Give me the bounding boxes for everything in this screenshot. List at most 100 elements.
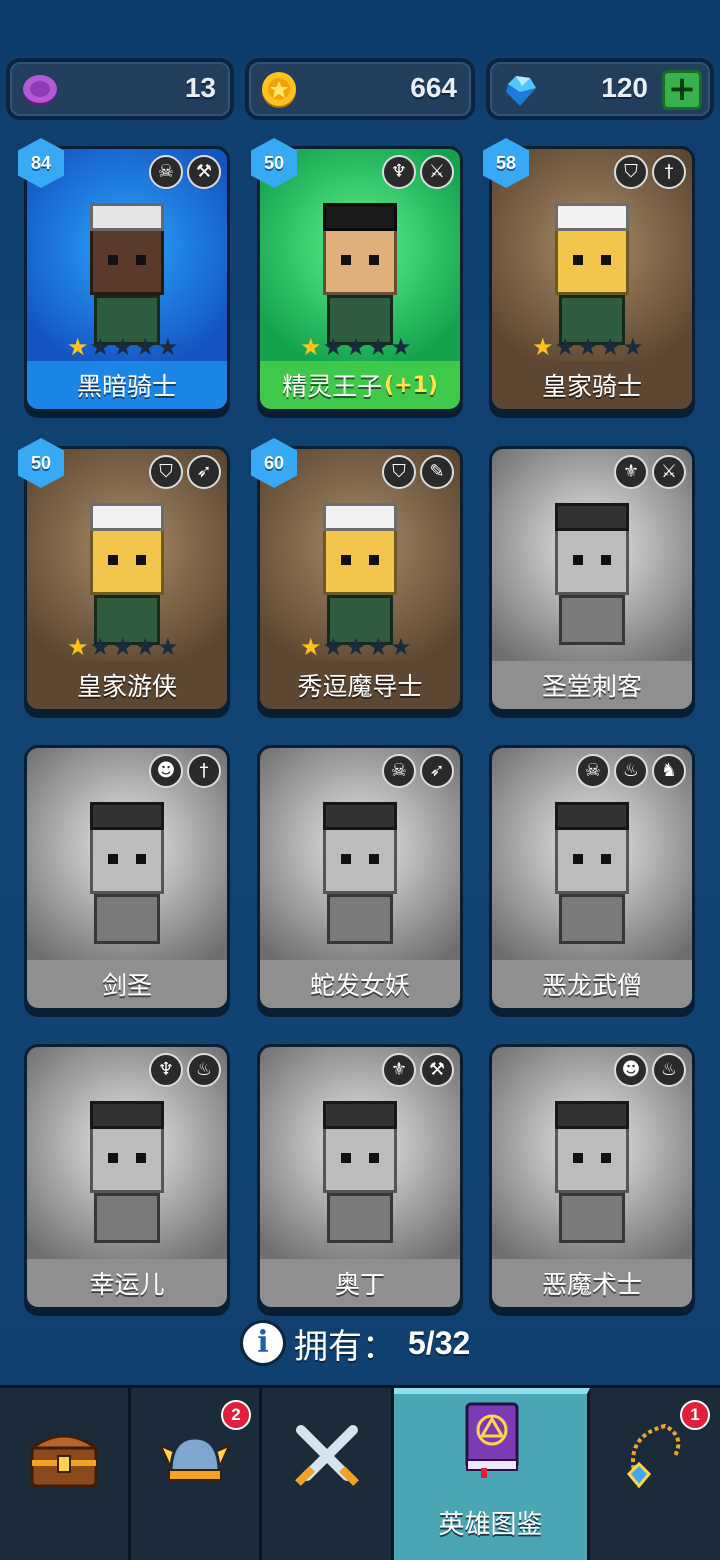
viking-helmet-icon xyxy=(159,1436,231,1481)
gold-coin-counter[interactable]: 664 xyxy=(245,58,475,120)
hero-figure xyxy=(305,495,415,645)
star-empty-icon: ★ xyxy=(134,333,157,361)
claw-icon: ♨ xyxy=(187,1053,221,1087)
diamond-value: 120 xyxy=(601,72,648,103)
nav-heroes-tab[interactable]: 2 xyxy=(131,1388,262,1560)
star-empty-icon: ★ xyxy=(89,333,112,361)
hero-name: 秀逗魔导士 xyxy=(297,672,423,701)
hero-class-icons: ☠ ➶ xyxy=(382,754,454,788)
bottom-navigation: 2 英雄图鉴 1 xyxy=(0,1385,720,1560)
sword-icon: † xyxy=(652,155,686,189)
skull-icon: ☠ xyxy=(149,155,183,189)
hero-name-bar: 皇家游侠 xyxy=(27,661,227,709)
owned-label: 拥有： xyxy=(294,1326,396,1367)
hero-figure xyxy=(72,1093,182,1243)
nav-battle-tab[interactable] xyxy=(262,1388,394,1560)
orc-icon: ☻ xyxy=(149,754,183,788)
star-rating: ★ ★ ★ ★ ★ xyxy=(67,635,179,659)
star-empty-icon: ★ xyxy=(112,333,134,361)
hero-card[interactable]: ♆ ⚔ ★ ★ ★ ★ ★ 精灵王子 (+1) xyxy=(257,146,463,412)
star-filled-icon: ★ xyxy=(67,333,89,361)
hero-card[interactable]: ⛉ ✎ ★ ★ ★ ★ ★ 秀逗魔导士 xyxy=(257,446,463,712)
heroes-notification-badge: 2 xyxy=(221,1400,251,1430)
hero-class-icons: ♆ ⚔ xyxy=(382,155,454,189)
gold-coin-icon xyxy=(262,72,296,108)
hero-class-icons: ♆ ♨ xyxy=(149,1053,221,1087)
star-empty-icon: ★ xyxy=(157,333,179,361)
star-empty-icon: ★ xyxy=(134,633,157,661)
star-empty-icon: ★ xyxy=(622,333,644,361)
hero-name: 皇家骑士 xyxy=(541,372,642,401)
wand-icon: ✎ xyxy=(420,455,454,489)
star-filled-icon: ★ xyxy=(67,633,89,661)
hero-card[interactable]: ⚜ ⚒ 奥丁 xyxy=(257,1044,463,1310)
hero-card[interactable]: ☠ ➶ 蛇发女妖 xyxy=(257,745,463,1011)
hero-figure xyxy=(72,495,182,645)
star-empty-icon: ★ xyxy=(554,333,577,361)
treasure-chest-icon xyxy=(27,1434,101,1488)
hammer-icon: ⚒ xyxy=(420,1053,454,1087)
hero-card[interactable]: ⛉ † ★ ★ ★ ★ ★ 皇家骑士 xyxy=(489,146,695,412)
hero-name: 恶龙武僧 xyxy=(541,971,642,1000)
hero-card[interactable]: ♆ ♨ 幸运儿 xyxy=(24,1044,230,1310)
hero-name-bar: 奥丁 xyxy=(260,1259,460,1307)
hero-figure xyxy=(72,195,182,345)
purple-token-counter[interactable]: 13 xyxy=(6,58,234,120)
hero-class-icons: ⚜ ⚒ xyxy=(382,1053,454,1087)
claw-icon: ♨ xyxy=(652,1053,686,1087)
hero-figure xyxy=(537,495,647,645)
star-rating: ★ ★ ★ ★ ★ xyxy=(300,635,412,659)
dragon-icon: ♞ xyxy=(652,754,686,788)
add-diamonds-button[interactable]: + xyxy=(662,70,702,110)
hero-name-bar: 圣堂刺客 xyxy=(492,661,692,709)
hero-figure xyxy=(305,794,415,944)
skull-icon: ☠ xyxy=(576,754,610,788)
nav-hero-book-tab[interactable]: 英雄图鉴 xyxy=(394,1388,590,1560)
hero-card[interactable]: ☻ † 剑圣 xyxy=(24,745,230,1011)
hero-card[interactable]: ⛉ ➶ ★ ★ ★ ★ ★ 皇家游侠 xyxy=(24,446,230,712)
hero-name-bar: 恶龙武僧 xyxy=(492,960,692,1008)
star-rating: ★ ★ ★ ★ ★ xyxy=(67,335,179,359)
star-empty-icon: ★ xyxy=(112,633,134,661)
hammer-icon: ⚒ xyxy=(187,155,221,189)
hero-card[interactable]: ☠ ⚒ ★ ★ ★ ★ ★ 黑暗骑士 xyxy=(24,146,230,412)
owned-value: 5/32 xyxy=(408,1324,471,1361)
star-empty-icon: ★ xyxy=(390,333,412,361)
purple-token-icon xyxy=(23,75,57,106)
hero-card[interactable]: ☻ ♨ 恶魔术士 xyxy=(489,1044,695,1310)
nav-hero-book-label: 英雄图鉴 xyxy=(438,1510,543,1540)
hero-name: 幸运儿 xyxy=(89,1270,165,1299)
star-empty-icon: ★ xyxy=(577,333,599,361)
claw-icon: ♨ xyxy=(614,754,648,788)
star-empty-icon: ★ xyxy=(322,333,345,361)
hero-card[interactable]: ⚜ ⚔ 圣堂刺客 xyxy=(489,446,695,712)
hero-name-bar: 秀逗魔导士 xyxy=(260,661,460,709)
crossed-swords-icon xyxy=(294,1425,359,1486)
owned-counter: i 拥有： 5/32 xyxy=(240,1318,470,1368)
hero-name: 奥丁 xyxy=(334,1270,385,1299)
nav-equipment-tab[interactable]: 1 xyxy=(590,1388,720,1560)
diamond-counter[interactable]: 120 + xyxy=(486,58,714,120)
hero-class-icons: ⛉ † xyxy=(614,155,686,189)
hero-class-icons: ⛉ ✎ xyxy=(382,455,454,489)
star-rating: ★ ★ ★ ★ ★ xyxy=(532,335,644,359)
star-empty-icon: ★ xyxy=(345,633,367,661)
star-empty-icon: ★ xyxy=(157,633,179,661)
dagger-icon: ⚔ xyxy=(652,455,686,489)
wings-icon: ⚜ xyxy=(382,1053,416,1087)
star-filled-icon: ★ xyxy=(532,333,554,361)
hero-class-icons: ☠ ♨ ♞ xyxy=(576,754,686,788)
hero-name: 蛇发女妖 xyxy=(309,971,410,1000)
star-empty-icon: ★ xyxy=(345,333,367,361)
info-icon[interactable]: i xyxy=(240,1320,286,1366)
equipment-notification-badge: 1 xyxy=(680,1400,710,1430)
helmet-icon: ⛉ xyxy=(149,455,183,489)
hero-name: 黑暗骑士 xyxy=(76,372,177,401)
skull-icon: ☠ xyxy=(382,754,416,788)
star-empty-icon: ★ xyxy=(599,333,622,361)
hero-card[interactable]: ☠ ♨ ♞ 恶龙武僧 xyxy=(489,745,695,1011)
nav-shop-tab[interactable] xyxy=(0,1388,131,1560)
star-filled-icon: ★ xyxy=(300,333,322,361)
bow-icon: ➶ xyxy=(187,455,221,489)
gold-coin-value: 664 xyxy=(410,72,457,103)
